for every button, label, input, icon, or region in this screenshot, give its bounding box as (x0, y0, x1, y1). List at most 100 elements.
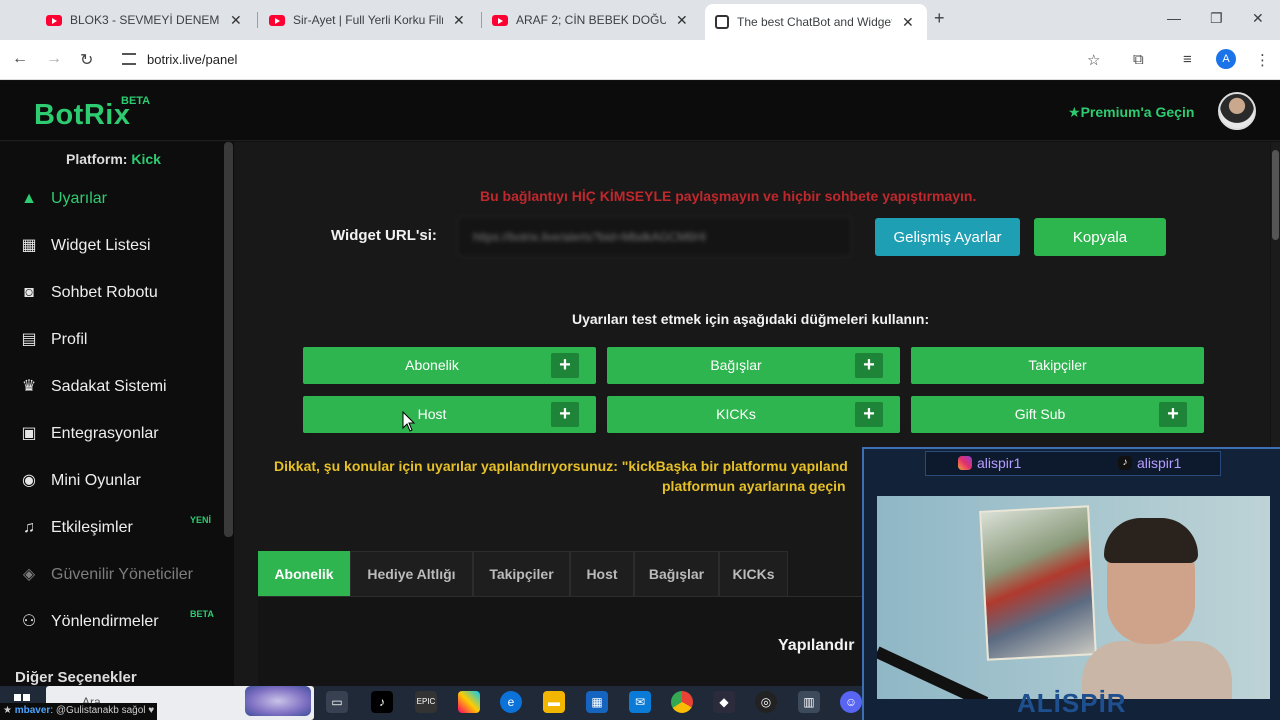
platform-notice: Dikkat, şu konular için uyarılar yapılan… (274, 456, 874, 496)
sidebar: Platform: Kick ▲ Uyarılar ▦ Widget Liste… (0, 142, 234, 720)
test-button-label: Gift Sub (1014, 406, 1066, 422)
tab-followers[interactable]: Takipçiler (473, 551, 570, 597)
plus-icon: + (855, 353, 883, 378)
sidebar-item-loyalty[interactable]: ♛ Sadakat Sistemi (0, 367, 224, 407)
url-field[interactable] (112, 45, 1112, 75)
epic-games-icon[interactable]: EPIC (415, 691, 437, 713)
other-options-heading: Diğer Seçenekler (15, 669, 137, 686)
url-text[interactable]: botrix.live/panel (147, 52, 237, 67)
sidebar-item-label: Güvenilir Yöneticiler (51, 566, 193, 583)
new-tab-icon[interactable]: + (934, 8, 945, 29)
sidebar-item-chatbot[interactable]: ◙ Sohbet Robotu (0, 273, 224, 313)
tab-title: The best ChatBot and Widgets (737, 15, 892, 29)
sidebar-item-integrations[interactable]: ▣ Entegrasyonlar (0, 414, 224, 454)
mail-icon[interactable]: ✉ (629, 691, 651, 713)
sidebar-item-interactions[interactable]: ♫ Etkileşimler YENİ (0, 508, 224, 548)
beta-badge: BETA (190, 609, 214, 619)
davinci-icon[interactable]: ◆ (713, 691, 735, 713)
tab-gift-sub[interactable]: Hediye Altlığı (350, 551, 473, 597)
sidebar-item-alerts[interactable]: ▲ Uyarılar (0, 179, 224, 219)
close-icon[interactable]: ✕ (902, 14, 914, 31)
integration-icon: ▣ (21, 425, 37, 442)
site-settings-icon[interactable] (122, 53, 136, 65)
profile-avatar[interactable]: A (1216, 49, 1236, 69)
sidebar-scrollbar[interactable] (224, 142, 233, 537)
tab-kicks[interactable]: KICKs (719, 551, 788, 597)
widget-url-label: Widget URL'si: (331, 227, 437, 244)
sidebar-item-label: Mini Oyunlar (51, 472, 141, 489)
file-explorer-icon[interactable]: ▬ (543, 691, 565, 713)
tab-host[interactable]: Host (570, 551, 634, 597)
obs-icon[interactable]: ◎ (755, 691, 777, 713)
tab-donations[interactable]: Bağışlar (634, 551, 719, 597)
extensions-icon[interactable]: ⧉ (1133, 51, 1144, 68)
discord-icon[interactable]: ☺ (840, 691, 862, 713)
gamepad-icon: ◉ (22, 472, 36, 489)
browser-tab[interactable]: Sir-Ayet | Full Yerli Korku Filmi ( ✕ (259, 6, 475, 34)
botrix-logo[interactable]: BotRix (34, 99, 130, 132)
close-icon[interactable]: ✕ (676, 12, 688, 29)
browser-tab[interactable]: ARAF 2; CİN BEBEK DOĞUYOR ✕ (482, 6, 698, 34)
user-avatar[interactable] (1218, 92, 1256, 130)
copy-button[interactable]: Kopyala (1034, 218, 1166, 256)
window-close-icon[interactable]: ✕ (1252, 10, 1264, 27)
store-icon[interactable]: ▦ (586, 691, 608, 713)
browser-tab[interactable]: BLOK3 - SEVMEYİ DENEMEDİN ✕ (36, 6, 252, 34)
back-icon[interactable]: ← (12, 50, 28, 68)
webcam-video (877, 496, 1270, 699)
test-kicks-button[interactable]: KICKs + (607, 396, 900, 433)
sidebar-item-mini-games[interactable]: ◉ Mini Oyunlar (0, 461, 224, 501)
widget-url-field[interactable]: https://botrix.live/alerts?bid=MbdkAGCM6… (457, 216, 852, 257)
sidebar-item-trusted-moderators[interactable]: ◈ Güvenilir Yöneticiler (0, 555, 224, 595)
music-note-icon: ♫ (23, 519, 35, 536)
minimize-icon[interactable]: — (1167, 10, 1181, 26)
test-donations-button[interactable]: Bağışlar + (607, 347, 900, 384)
copilot-icon[interactable] (458, 691, 480, 713)
sidebar-item-widget-list[interactable]: ▦ Widget Listesi (0, 226, 224, 266)
task-view-icon[interactable]: ▭ (326, 691, 348, 713)
maximize-icon[interactable]: ❐ (1210, 10, 1223, 27)
notice-line: platformun ayarlarına geçin (662, 478, 846, 494)
tab-subscription[interactable]: Abonelik (258, 551, 350, 597)
test-button-label: Bağışlar (710, 357, 762, 373)
tiktok-handle: ♪ alispir1 (1118, 455, 1181, 471)
chat-text: : @Gulistanakb sağol ♥ (50, 705, 155, 716)
forward-icon[interactable]: → (46, 50, 62, 68)
advanced-settings-button[interactable]: Gelişmiş Ayarlar (875, 218, 1020, 256)
sidebar-item-label: Etkileşimler (51, 519, 133, 536)
test-subscription-button[interactable]: Abonelik + (303, 347, 596, 384)
plus-icon: + (1159, 402, 1187, 427)
instagram-icon (958, 456, 972, 470)
platform-label: Platform: (66, 151, 128, 167)
bookmark-star-icon[interactable]: ☆ (1087, 51, 1100, 69)
test-host-button[interactable]: Host + (303, 396, 596, 433)
edge-icon[interactable]: e (500, 691, 522, 713)
test-button-label: Takipçiler (1028, 357, 1087, 373)
premium-link[interactable]: ★Premium'a Geçin (1068, 104, 1194, 121)
sidebar-item-redirects[interactable]: ⚇ Yönlendirmeler BETA (0, 602, 224, 642)
streamer (1082, 516, 1232, 699)
sidebar-item-profile[interactable]: ▤ Profil (0, 320, 224, 360)
test-button-label: Host (417, 406, 447, 422)
reload-icon[interactable]: ↻ (80, 50, 93, 70)
close-icon[interactable]: ✕ (453, 12, 465, 29)
chat-user: mbaver (14, 705, 51, 716)
test-followers-button[interactable]: Takipçiler (911, 347, 1204, 384)
new-badge: YENİ (190, 515, 212, 525)
mouse-cursor-icon (402, 411, 416, 432)
media-control-icon[interactable]: ≡ (1183, 51, 1192, 68)
chrome-icon[interactable] (671, 691, 693, 713)
instagram-handle: alispir1 (958, 455, 1021, 471)
menu-icon[interactable]: ⋮ (1255, 51, 1270, 69)
test-gift-sub-button[interactable]: Gift Sub + (911, 396, 1204, 433)
close-icon[interactable]: ✕ (230, 12, 242, 29)
youtube-icon (492, 14, 508, 26)
calculator-icon[interactable]: ▥ (798, 691, 820, 713)
warning-icon: ▲ (21, 190, 37, 207)
robot-icon: ◙ (24, 284, 34, 301)
browser-tab-active[interactable]: The best ChatBot and Widgets ✕ (705, 4, 927, 40)
streamer-name: ALİSPİR (1017, 688, 1127, 718)
tiktok-app-icon[interactable]: ♪ (371, 691, 393, 713)
address-bar: ← → ↻ botrix.live/panel ☆ ⧉ ≡ ⋮ (0, 40, 1280, 80)
grid-icon: ▦ (21, 237, 37, 254)
